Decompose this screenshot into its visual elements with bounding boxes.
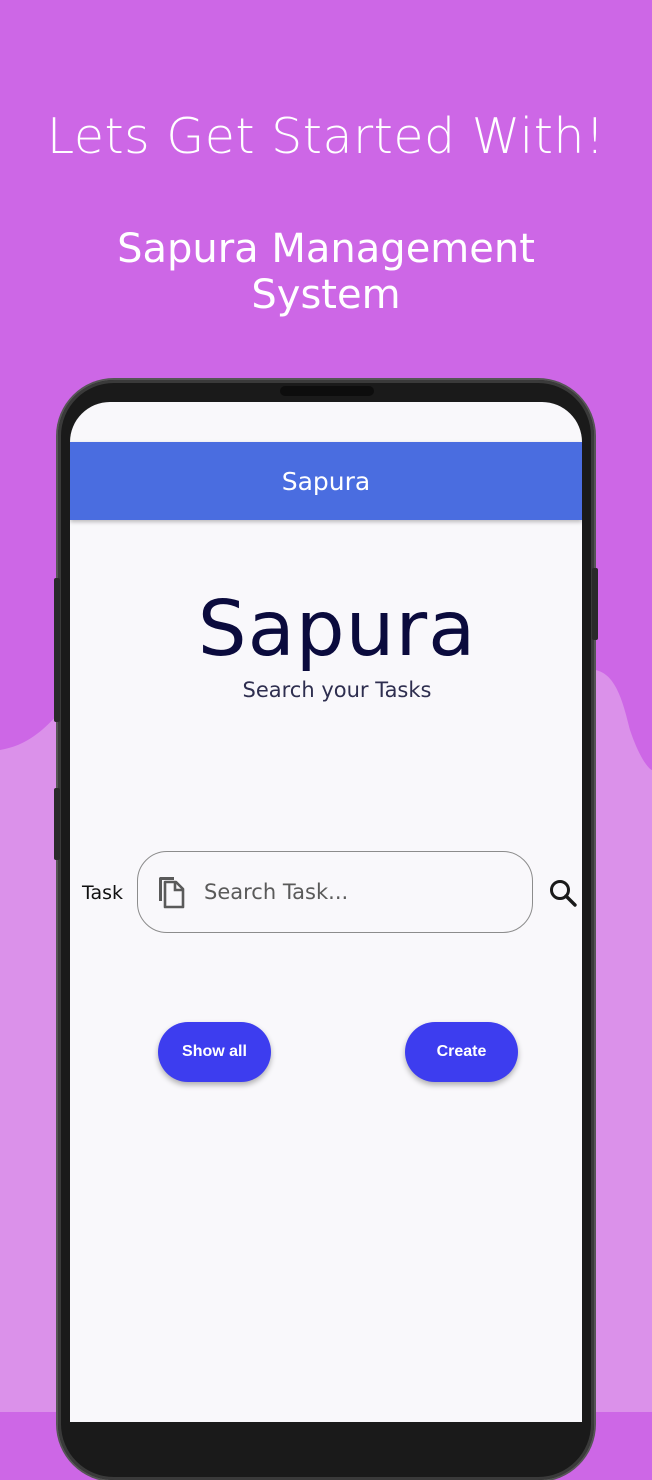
phone-side-button (54, 578, 60, 722)
task-label: Task (82, 882, 124, 904)
tagline: Search your Tasks (242, 678, 432, 702)
app-bar-title: Sapura (281, 466, 371, 496)
subheadline-text: Sapura Management System (117, 226, 535, 318)
phone-side-button (592, 568, 598, 640)
app-bar: Sapura (70, 442, 582, 520)
headline: Lets Get Started With! (46, 108, 606, 165)
phone-side-button (54, 788, 60, 860)
phone-screen: Sapura Sapura Search your Tasks Task Sho… (70, 402, 582, 1422)
show-all-button[interactable]: Show all (158, 1022, 271, 1082)
search-icon[interactable] (548, 878, 578, 908)
create-button[interactable]: Create (405, 1022, 518, 1082)
subheadline: Sapura Management System (0, 226, 652, 318)
logo-text: Sapura (197, 585, 477, 674)
phone-speaker (280, 386, 374, 396)
copy-icon (159, 877, 185, 909)
search-input[interactable] (202, 879, 506, 905)
search-field[interactable] (137, 851, 533, 933)
